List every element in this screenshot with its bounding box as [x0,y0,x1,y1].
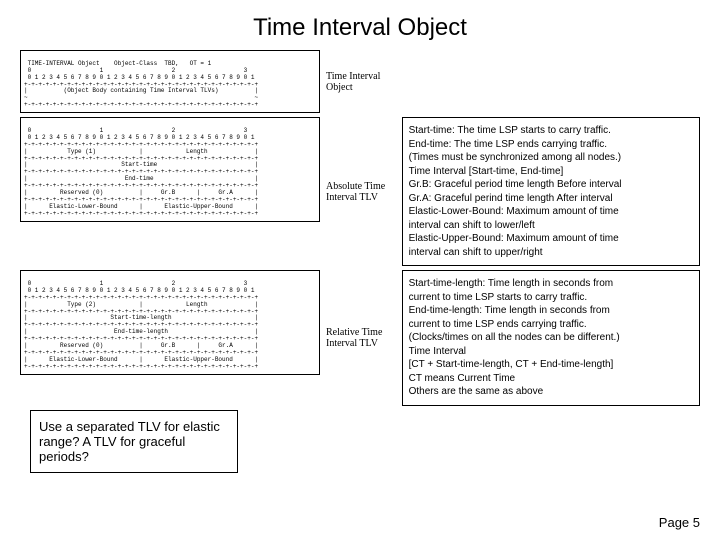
d1-sep2: +-+-+-+-+-+-+-+-+-+-+-+-+-+-+-+-+-+-+-+-… [24,101,258,108]
note-relative: Start-time-length: Time length in second… [402,270,700,406]
page-title: Time Interval Object [20,14,700,42]
diagram-relative-tlv: 0 1 2 3 0 1 2 3 4 5 6 7 8 9 0 1 2 3 4 5 … [20,270,320,374]
label-relative-tlv: Relative Time Interval TLV [326,327,396,349]
d3-sep5: +-+-+-+-+-+-+-+-+-+-+-+-+-+-+-+-+-+-+-+-… [24,363,258,370]
question-box: Use a separated TLV for elastic range? A… [30,410,238,473]
note-absolute: Start-time: The time LSP starts to carry… [402,117,700,266]
diagram-time-interval-object: TIME-INTERVAL Object Object-Class TBD, O… [20,50,320,113]
diagram-absolute-tlv: 0 1 2 3 0 1 2 3 4 5 6 7 8 9 0 1 2 3 4 5 … [20,117,320,221]
d2-sep5: +-+-+-+-+-+-+-+-+-+-+-+-+-+-+-+-+-+-+-+-… [24,210,258,217]
label-time-interval-object: Time Interval Object [326,71,396,93]
label-absolute-tlv: Absolute Time Interval TLV [326,181,396,203]
page-number: Page 5 [659,515,700,530]
